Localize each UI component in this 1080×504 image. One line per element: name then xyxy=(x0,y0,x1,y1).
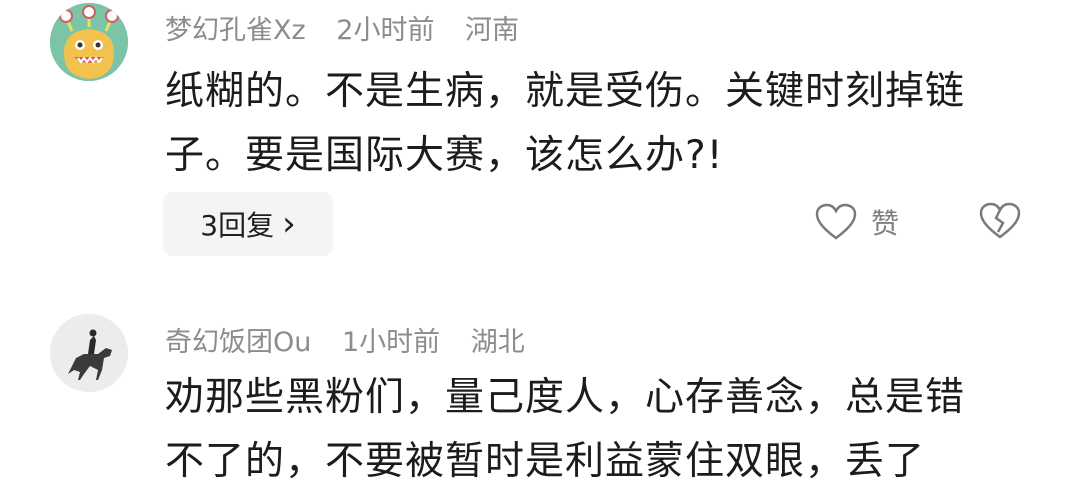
horse-rider-avatar-icon xyxy=(50,314,128,392)
chevron-right-icon: › xyxy=(282,204,296,244)
like-button[interactable]: 赞 xyxy=(815,202,899,242)
username[interactable]: 奇幻饭团Ou xyxy=(165,327,311,358)
heart-icon xyxy=(815,203,857,240)
comment-text-line: 纸糊的。不是生病，就是受伤。关键时刻掉链 xyxy=(165,69,966,114)
like-label: 赞 xyxy=(871,207,900,240)
timestamp: 1小时前 xyxy=(341,327,441,358)
alien-monster-avatar-icon xyxy=(50,3,128,81)
avatar[interactable] xyxy=(50,314,128,392)
broken-heart-icon xyxy=(979,202,1021,239)
comment-text: 纸糊的。不是生病，就是受伤。关键时刻掉链 子。要是国际大赛，该怎么办?! xyxy=(165,60,1045,188)
dislike-button[interactable] xyxy=(978,202,1022,244)
location: 湖北 xyxy=(470,327,525,358)
comment-meta: 梦幻孔雀Xz 2小时前 河南 xyxy=(165,8,541,47)
comment-meta: 奇幻饭团Ou 1小时前 湖北 xyxy=(165,320,547,359)
comment-text-line: 劝那些黑粉们，量己度人，心存善念，总是错 xyxy=(165,375,966,420)
comment-text-line: 子。要是国际大赛，该怎么办?! xyxy=(165,133,724,178)
timestamp: 2小时前 xyxy=(336,15,435,46)
replies-button[interactable]: 3回复 › xyxy=(163,192,333,256)
replies-label: 3回复 xyxy=(200,209,275,242)
location: 河南 xyxy=(465,15,520,46)
avatar[interactable] xyxy=(50,3,128,81)
comment-item: 梦幻孔雀Xz 2小时前 河南 纸糊的。不是生病，就是受伤。关键时刻掉链 子。要是… xyxy=(0,0,1080,280)
username[interactable]: 梦幻孔雀Xz xyxy=(165,15,306,46)
comment-text: 劝那些黑粉们，量己度人，心存善念，总是错 不了的，不要被暂时是利益蒙住双眼，丢了 xyxy=(165,366,1045,494)
comment-text-line: 不了的，不要被暂时是利益蒙住双眼，丢了 xyxy=(165,439,926,484)
comment-item: 奇幻饭团Ou 1小时前 湖北 劝那些黑粉们，量己度人，心存善念，总是错 不了的，… xyxy=(0,300,1080,504)
